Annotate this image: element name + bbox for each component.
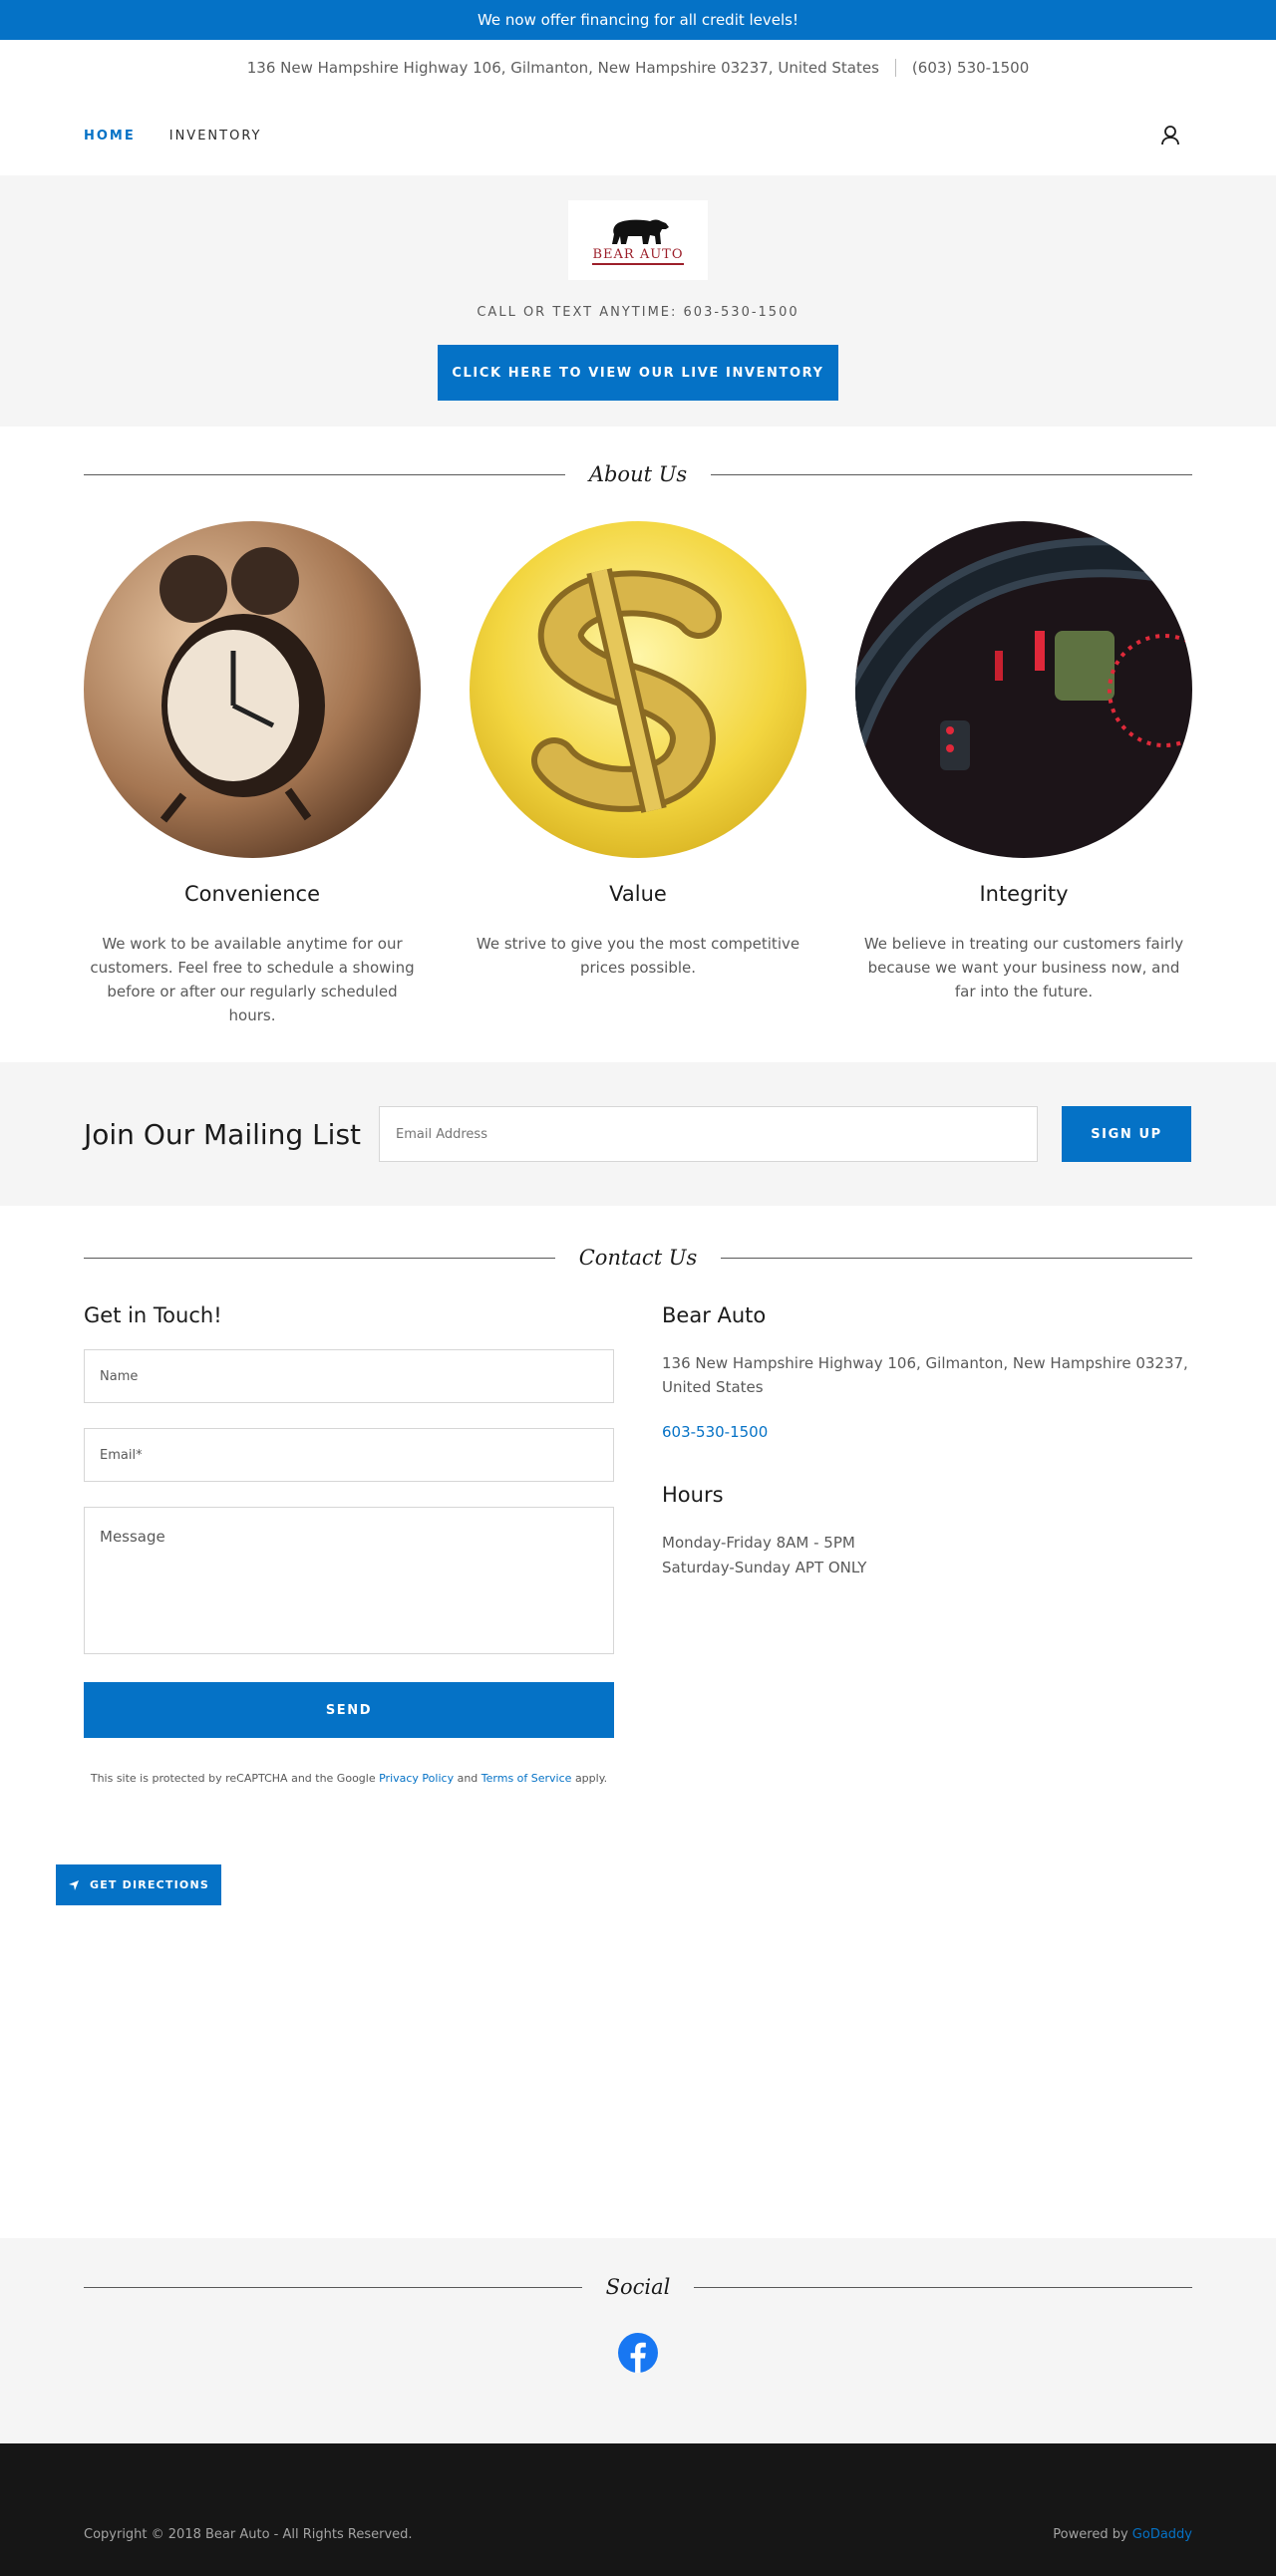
powered-by: Powered by GoDaddy <box>1053 2527 1192 2542</box>
nav-item-inventory[interactable]: Inventory <box>169 129 262 143</box>
page: We now offer financing for all credit le… <box>0 0 1276 2576</box>
copyright-text: Copyright © 2018 Bear Auto - All Rights … <box>84 2527 413 2542</box>
feature-text: We strive to give you the most competiti… <box>476 935 800 977</box>
logo[interactable]: BEAR AUTO <box>568 200 708 280</box>
feature-text: We believe in treating our customers fai… <box>863 935 1184 1001</box>
section-title: Social <box>605 2275 671 2299</box>
social-section: Social <box>0 2238 1276 2443</box>
message-field[interactable]: Message <box>84 1507 614 1654</box>
feature-convenience: Convenience We work to be available anyt… <box>84 521 421 1027</box>
hero-tagline: CALL OR TEXT ANYTIME: 603-530-1500 <box>477 305 799 320</box>
contact-heading: Contact Us <box>0 1246 1276 1270</box>
main-nav: Home Inventory <box>0 96 1276 175</box>
social-icons <box>0 2333 1276 2373</box>
feature-title: Value <box>609 882 667 906</box>
business-name: Bear Auto <box>662 1303 767 1327</box>
view-inventory-button[interactable]: CLICK HERE TO VIEW OUR LIVE INVENTORY <box>438 345 838 401</box>
announcement-text: We now offer financing for all credit le… <box>477 11 799 29</box>
send-button[interactable]: SEND <box>84 1682 614 1738</box>
logo-text: BEAR AUTO <box>592 247 684 265</box>
alarm-clock-image <box>84 521 421 858</box>
recaptcha-notice: This site is protected by reCAPTCHA and … <box>90 1772 608 1785</box>
dollar-sign-image <box>470 521 806 858</box>
feature-title: Integrity <box>979 882 1069 906</box>
feature-text: We work to be available anytime for our … <box>90 935 415 1024</box>
bear-icon <box>612 219 669 244</box>
feature-title: Convenience <box>183 882 320 906</box>
contact-section: Contact Us Get in Touch! Name Email* Mes… <box>0 1206 1276 2238</box>
header-phone[interactable]: (603) 530-1500 <box>912 59 1029 77</box>
social-heading: Social <box>0 2275 1276 2299</box>
sign-up-button[interactable]: SIGN UP <box>1062 1106 1191 1162</box>
hours-title: Hours <box>662 1483 724 1507</box>
about-section: About Us Convenience We work to be avail… <box>0 427 1276 1062</box>
feature-integrity: Integrity We believe in treating our cus… <box>855 521 1192 1027</box>
feature-list: Convenience We work to be available anyt… <box>0 521 1276 1027</box>
mailing-list-section: Join Our Mailing List SIGN UP <box>0 1062 1276 1206</box>
contact-bar: 136 New Hampshire Highway 106, Gilmanton… <box>0 40 1276 96</box>
announcement-bar: We now offer financing for all credit le… <box>0 0 1276 40</box>
user-icon[interactable] <box>1156 122 1184 149</box>
contact-grid: Get in Touch! Name Email* Message SEND T… <box>0 1303 1276 1785</box>
email-field[interactable]: Email* <box>84 1428 614 1482</box>
name-field[interactable]: Name <box>84 1349 614 1403</box>
nav-item-home[interactable]: Home <box>84 129 136 143</box>
privacy-policy-link[interactable]: Privacy Policy <box>379 1772 454 1785</box>
footer: Copyright © 2018 Bear Auto - All Rights … <box>0 2443 1276 2576</box>
header-address: 136 New Hampshire Highway 106, Gilmanton… <box>246 59 879 77</box>
about-heading: About Us <box>0 462 1276 486</box>
contact-form: Get in Touch! Name Email* Message SEND T… <box>84 1303 614 1785</box>
terms-of-service-link[interactable]: Terms of Service <box>481 1772 572 1785</box>
hours-weekend: Saturday-Sunday APT ONLY <box>662 1559 867 1576</box>
form-title: Get in Touch! <box>84 1303 222 1327</box>
mailing-title: Join Our Mailing List <box>84 1117 362 1151</box>
hours-weekday: Monday-Friday 8AM - 5PM <box>662 1534 855 1552</box>
mailing-email-input[interactable] <box>379 1106 1038 1162</box>
dashboard-image <box>855 521 1192 858</box>
section-title: Contact Us <box>578 1246 698 1270</box>
get-directions-button[interactable]: GET DIRECTIONS <box>56 1864 221 1905</box>
business-info: Bear Auto 136 New Hampshire Highway 106,… <box>662 1303 1192 1785</box>
hero-section: BEAR AUTO CALL OR TEXT ANYTIME: 603-530-… <box>0 175 1276 427</box>
section-title: About Us <box>588 462 688 486</box>
divider <box>894 59 896 77</box>
navigation-arrow-icon <box>68 1879 79 1890</box>
business-address: 136 New Hampshire Highway 106, Gilmanton… <box>662 1354 1188 1396</box>
feature-value: Value We strive to give you the most com… <box>470 521 806 1027</box>
hours-text: Monday-Friday 8AM - 5PM Saturday-Sunday … <box>662 1531 1192 1580</box>
godaddy-link[interactable]: GoDaddy <box>1132 2527 1192 2542</box>
facebook-icon[interactable] <box>618 2333 658 2373</box>
business-phone-link[interactable]: 603-530-1500 <box>662 1423 1192 1441</box>
